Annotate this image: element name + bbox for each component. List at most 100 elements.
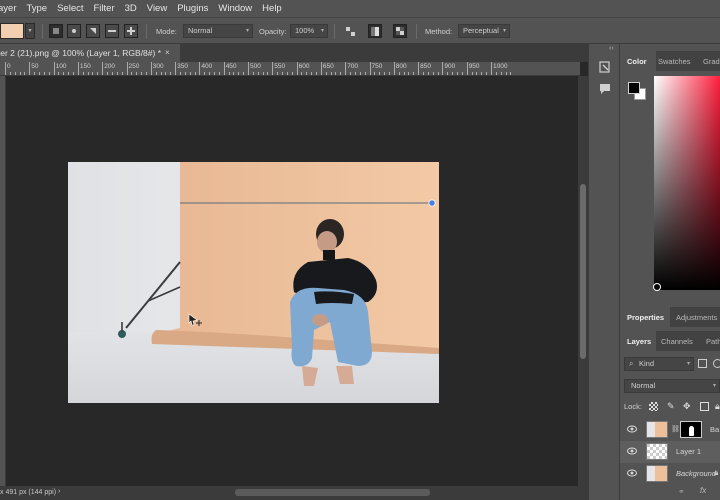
tab-swatches[interactable]: Swatches <box>658 57 691 66</box>
status-chevron-icon[interactable]: › <box>58 488 60 495</box>
menu-select[interactable]: Select <box>52 3 88 14</box>
ruler-tick <box>456 72 458 75</box>
color-panel-tabs: Color Swatches Grad <box>620 51 720 71</box>
opacity-field[interactable]: 100% ▾ <box>290 24 328 38</box>
close-icon[interactable]: × <box>165 44 170 62</box>
tab-properties[interactable]: Properties <box>627 313 664 322</box>
ruler-tick <box>262 72 264 75</box>
ruler-tick <box>364 72 366 75</box>
menu-bar: ayer Type Select Filter 3D View Plugins … <box>0 0 720 17</box>
history-brush-icon[interactable] <box>598 60 612 74</box>
menu-3d[interactable]: 3D <box>120 3 142 14</box>
ruler-tick <box>14 72 16 75</box>
radial-gradient-button[interactable] <box>67 24 81 38</box>
menu-filter[interactable]: Filter <box>89 3 120 14</box>
layer-row-selected[interactable]: Layer 1 <box>620 441 720 463</box>
blend-mode-dropdown[interactable]: Normal ▾ <box>624 379 720 393</box>
menu-help[interactable]: Help <box>257 3 287 14</box>
ruler-tick <box>58 72 60 75</box>
ruler-label: 500 <box>250 63 261 70</box>
menu-layer[interactable]: ayer <box>0 3 21 14</box>
mode-dropdown[interactable]: Normal ▾ <box>183 24 253 38</box>
ruler-tick <box>194 72 196 75</box>
document-tab[interactable]: yer 2 (21).png @ 100% (Layer 1, RGB/8#) … <box>0 44 180 62</box>
horizontal-scrollbar-thumb[interactable] <box>235 489 430 496</box>
document-tab-title: yer 2 (21).png @ 100% (Layer 1, RGB/8#) … <box>0 48 162 58</box>
tab-channels[interactable]: Channels <box>661 337 693 346</box>
menu-plugins[interactable]: Plugins <box>172 3 213 14</box>
layer-row[interactable]: Background 🔒︎ <box>620 463 720 485</box>
ruler-tick <box>393 62 395 75</box>
ruler-tick <box>170 72 172 75</box>
reverse-icon[interactable] <box>343 24 357 38</box>
mode-value: Normal <box>188 26 213 35</box>
reflected-gradient-button[interactable] <box>105 24 119 38</box>
transparency-icon[interactable] <box>393 24 407 38</box>
ruler-tick <box>325 72 327 75</box>
image-filter-icon[interactable] <box>698 359 707 368</box>
tab-gradients[interactable]: Grad <box>703 57 720 66</box>
comment-icon[interactable] <box>598 82 612 96</box>
color-picker-field[interactable] <box>654 76 720 290</box>
ruler-tick <box>316 72 318 75</box>
ruler-tick <box>286 72 288 75</box>
angle-gradient-button[interactable] <box>86 24 100 38</box>
adjustment-filter-icon[interactable] <box>713 359 720 368</box>
lock-transparent-icon[interactable] <box>649 402 658 411</box>
ruler-label: 600 <box>298 63 310 70</box>
separator <box>334 24 335 39</box>
lock-artboard-icon[interactable] <box>700 402 709 411</box>
ruler-tick <box>311 72 313 75</box>
ruler-tick <box>87 72 89 75</box>
menu-type[interactable]: Type <box>21 3 52 14</box>
eye-icon[interactable] <box>627 469 637 477</box>
lock-image-icon[interactable]: ✎ <box>667 401 675 412</box>
ruler-tick <box>301 72 303 75</box>
ruler-tick <box>500 72 502 75</box>
menu-view[interactable]: View <box>142 3 172 14</box>
collapsed-panel-dock: ‹‹ <box>588 44 620 500</box>
fx-icon[interactable]: fx <box>700 486 706 495</box>
layer-filter-kind[interactable]: ⌕ Kind ▾ <box>624 357 694 371</box>
lock-all-icon[interactable]: 🔒︎ <box>715 401 720 412</box>
menu-window[interactable]: Window <box>213 3 257 14</box>
ruler-tick <box>29 62 31 75</box>
diamond-gradient-button[interactable] <box>124 24 138 38</box>
method-dropdown[interactable]: Perceptual ▾ <box>458 24 510 38</box>
link-icon[interactable]: ⛓ <box>671 425 680 433</box>
dither-icon[interactable] <box>368 24 382 38</box>
ruler-tick <box>282 72 284 75</box>
link-icon[interactable]: ⚭ <box>678 487 685 496</box>
lock-position-icon[interactable]: ✥ <box>683 401 691 412</box>
linear-gradient-button[interactable] <box>49 24 63 38</box>
ruler-tick <box>369 62 371 75</box>
layer-row[interactable]: ⛓ Ba <box>620 419 720 441</box>
tab-adjustments[interactable]: Adjustments <box>676 313 717 322</box>
properties-panel-tabs: Properties Adjustments <box>620 307 720 327</box>
vertical-scrollbar[interactable] <box>578 76 588 486</box>
ruler-label: 800 <box>395 63 407 70</box>
tab-layers[interactable]: Layers <box>627 337 651 346</box>
tab-paths[interactable]: Path <box>706 337 720 346</box>
ruler-tick <box>505 72 507 75</box>
ruler-tick <box>107 72 109 75</box>
ruler-tick <box>257 72 259 75</box>
ruler-tick <box>398 72 400 75</box>
canvas-image[interactable] <box>68 162 439 403</box>
eye-icon[interactable] <box>627 447 637 455</box>
foreground-color-swatch[interactable] <box>628 82 640 94</box>
separator <box>416 24 417 39</box>
ruler-tick <box>452 72 454 75</box>
vertical-scrollbar-thumb[interactable] <box>580 184 586 359</box>
gradient-preview-swatch[interactable] <box>0 23 24 39</box>
ruler-label: 750 <box>371 63 383 70</box>
ruler-label: 550 <box>274 63 286 70</box>
ruler-tick <box>97 72 99 75</box>
gradient-picker-dropdown[interactable]: ▾ <box>25 23 35 39</box>
ruler-label: 700 <box>347 63 359 70</box>
ruler-tick <box>272 62 274 75</box>
eye-icon[interactable] <box>627 425 637 433</box>
color-picker-cursor[interactable] <box>653 283 661 291</box>
tab-color[interactable]: Color <box>627 57 647 66</box>
collapse-icon[interactable]: ‹‹ <box>609 45 614 52</box>
